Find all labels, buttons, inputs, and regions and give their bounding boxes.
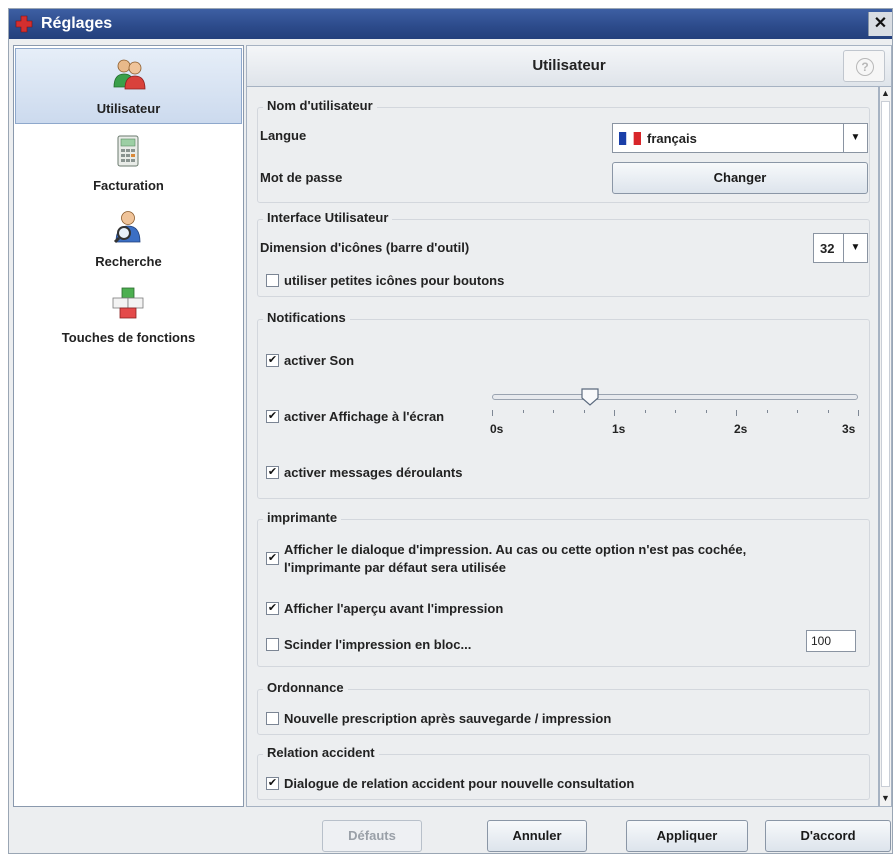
group-prescription: Ordonnance Nouvelle prescription après s…	[257, 680, 870, 735]
slider-thumb[interactable]	[580, 388, 599, 406]
slider-tick	[858, 410, 859, 416]
slider-tick	[766, 410, 768, 413]
slider-tick	[583, 410, 585, 413]
french-flag-icon	[619, 132, 641, 145]
close-button[interactable]: ✕	[868, 12, 892, 36]
print-preview-checkbox[interactable]: ✔	[266, 602, 279, 615]
users-icon	[113, 59, 146, 90]
window-title: Réglages	[41, 15, 113, 32]
language-value: français	[647, 131, 697, 146]
small-icons-label: utiliser petites icônes pour boutons	[284, 273, 505, 288]
defaults-button[interactable]: Défauts	[322, 820, 422, 852]
sidebar-item-facturation[interactable]: Facturation	[15, 126, 242, 202]
chevron-down-icon[interactable]: ▼	[843, 124, 867, 152]
small-icons-checkbox[interactable]	[266, 274, 279, 287]
display-label: activer Affichage à l'écran	[284, 409, 445, 424]
language-label: Langue	[260, 128, 307, 143]
group-title: Interface Utilisateur	[263, 210, 393, 225]
accident-dialog-label: Dialogue de relation accident pour nouve…	[284, 776, 635, 791]
scroll-down-icon[interactable]: ▼	[880, 792, 891, 804]
split-print-input[interactable]: 100	[806, 630, 856, 652]
help-button[interactable]: ?	[843, 50, 885, 82]
sound-label: activer Son	[284, 353, 355, 368]
language-select[interactable]: français ▼	[612, 123, 868, 153]
group-accident: Relation accident ✔ Dialogue de relation…	[257, 745, 870, 800]
split-print-label: Scinder l'impression en bloc...	[284, 637, 472, 652]
sidebar-item-label: Utilisateur	[96, 101, 161, 116]
title-bar: Réglages ✕	[9, 9, 892, 39]
slider-tick-label: 0s	[490, 422, 504, 436]
change-password-button[interactable]: Changer	[612, 162, 868, 194]
sidebar-item-label: Recherche	[95, 254, 162, 269]
slider-tick	[492, 410, 493, 416]
print-dialog-label-line1: Afficher le dialoque d'impression. Au ca…	[284, 542, 747, 557]
slider-tick	[675, 410, 676, 413]
slider-tick-label: 3s	[842, 422, 856, 436]
search-person-icon	[113, 211, 141, 244]
group-title: Ordonnance	[263, 680, 348, 695]
scroll-messages-label: activer messages déroulants	[284, 465, 463, 480]
category-sidebar: Utilisateur Facturation Recherche Touche…	[13, 45, 244, 807]
ok-button[interactable]: D'accord	[765, 820, 891, 852]
panel-header: Utilisateur ?	[246, 45, 892, 87]
slider-tick-label: 2s	[734, 422, 748, 436]
sound-checkbox[interactable]: ✔	[266, 354, 279, 367]
scroll-messages-checkbox[interactable]: ✔	[266, 466, 279, 479]
group-title: Relation accident	[263, 745, 379, 760]
slider-tick	[705, 410, 707, 413]
group-title: imprimante	[263, 510, 342, 525]
sidebar-item-utilisateur[interactable]: Utilisateur	[15, 48, 242, 124]
slider-tick-label: 1s	[612, 422, 626, 436]
calculator-icon	[117, 135, 139, 167]
settings-content: Nom d'utilisateur Langue français ▼ Mot …	[246, 87, 879, 807]
group-title: Notifications	[263, 310, 350, 325]
split-print-checkbox[interactable]	[266, 638, 279, 651]
slider-tick	[522, 410, 524, 413]
group-printer: imprimante ✔ Afficher le dialoque d'impr…	[257, 510, 870, 667]
content-scrollbar[interactable]: ▲ ▼	[879, 87, 892, 807]
sidebar-item-label: Facturation	[93, 178, 164, 193]
group-title: Nom d'utilisateur	[263, 98, 377, 113]
print-dialog-label-line2: l'imprimante par défaut sera utilisée	[284, 560, 506, 575]
group-username: Nom d'utilisateur Langue français ▼ Mot …	[257, 98, 870, 203]
chevron-down-icon[interactable]: ▼	[843, 234, 867, 262]
accident-dialog-checkbox[interactable]: ✔	[266, 777, 279, 790]
keyboard-keys-icon	[112, 287, 144, 319]
red-cross-icon	[15, 15, 33, 33]
slider-tick	[827, 410, 829, 413]
icon-size-value: 32	[820, 241, 835, 256]
slider-tick	[614, 410, 615, 416]
slider-tick	[736, 410, 737, 416]
sidebar-item-recherche[interactable]: Recherche	[15, 202, 242, 278]
password-label: Mot de passe	[260, 170, 343, 185]
slider-tick	[644, 410, 646, 413]
apply-button[interactable]: Appliquer	[626, 820, 748, 852]
slider-tick	[797, 410, 798, 413]
scroll-thumb[interactable]	[881, 101, 890, 787]
icon-size-select[interactable]: 32 ▼	[813, 233, 868, 263]
print-preview-label: Afficher l'aperçu avant l'impression	[284, 601, 504, 616]
group-notifications: Notifications ✔ activer Son ✔ activer Af…	[257, 310, 870, 499]
print-dialog-checkbox[interactable]: ✔	[266, 552, 279, 565]
duration-slider[interactable]: 0s 1s 2s 3s	[490, 384, 860, 444]
slider-track	[492, 394, 858, 400]
slider-tick	[553, 410, 554, 413]
display-checkbox[interactable]: ✔	[266, 410, 279, 423]
cancel-button[interactable]: Annuler	[487, 820, 587, 852]
sidebar-item-label: Touches de fonctions	[61, 330, 196, 345]
settings-window: Réglages ✕ Utilisateur Facturation Reche…	[8, 8, 893, 854]
scroll-up-icon[interactable]: ▲	[880, 87, 891, 99]
help-icon: ?	[856, 58, 874, 76]
group-user-interface: Interface Utilisateur Dimension d'icônes…	[257, 210, 870, 297]
new-prescription-label: Nouvelle prescription après sauvegarde /…	[284, 711, 612, 726]
panel-title: Utilisateur	[532, 57, 606, 74]
sidebar-item-touches-de-fonctions[interactable]: Touches de fonctions	[15, 278, 242, 354]
new-prescription-checkbox[interactable]	[266, 712, 279, 725]
icon-size-label: Dimension d'icônes (barre d'outil)	[260, 240, 470, 255]
